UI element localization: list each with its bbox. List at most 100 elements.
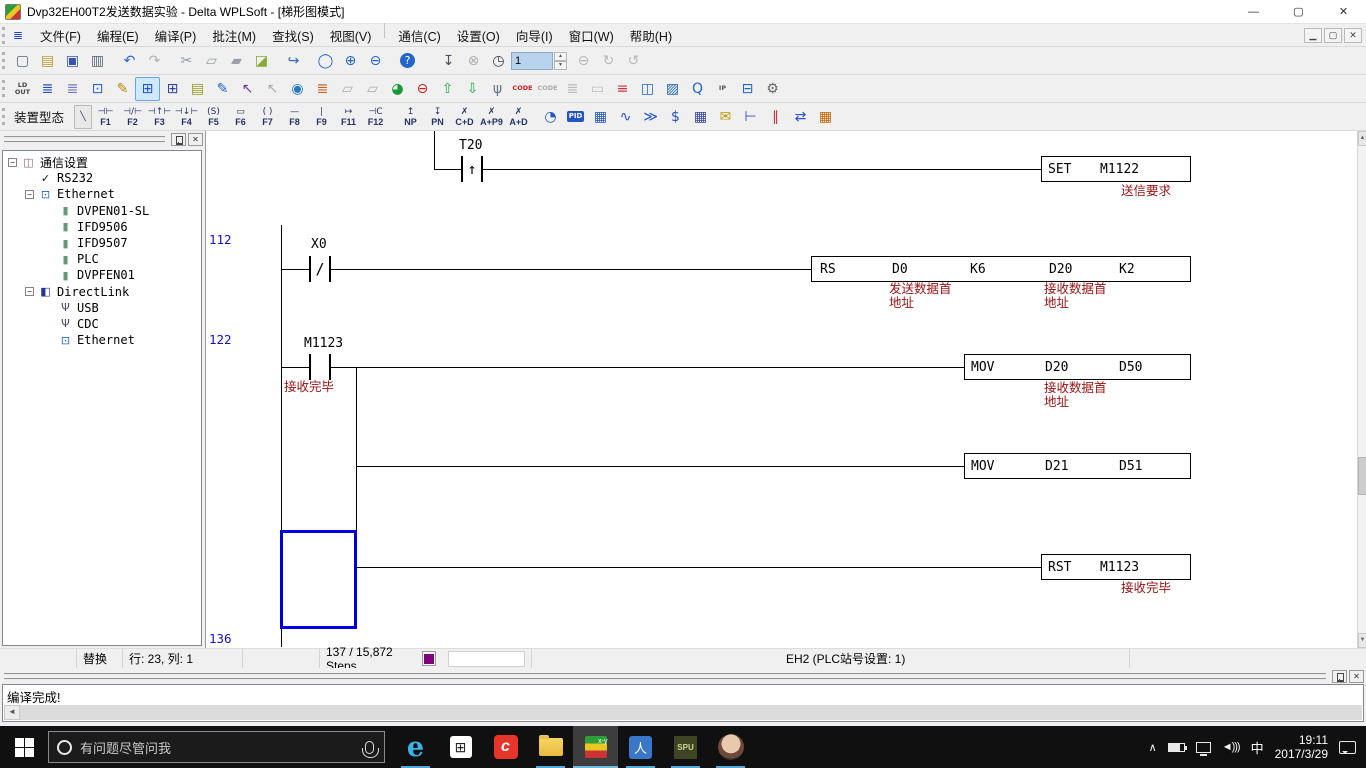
antenna-icon[interactable]: ψ — [485, 77, 510, 101]
taskbar-red-app-icon[interactable]: c — [483, 726, 528, 768]
tree-item-comm-settings[interactable]: − ◫ 通信设置 — [3, 154, 201, 170]
tree-item-directlink[interactable]: − ◧ DirectLink — [3, 284, 201, 300]
page-grey2-icon[interactable]: ▱ — [360, 77, 385, 101]
panel-pin-icon[interactable] — [171, 133, 186, 146]
scroll-left-icon[interactable]: ◄ — [4, 705, 20, 720]
contact-x0-nc[interactable]: / — [309, 256, 331, 282]
tray-chevron-icon[interactable]: ∧ — [1149, 741, 1157, 754]
coil-set-f5[interactable]: (S)F5 — [200, 104, 227, 130]
vline-f9[interactable]: ∣F9 — [308, 104, 335, 130]
undo-icon[interactable]: ↶ — [117, 49, 142, 73]
pid-icon[interactable]: PID — [563, 105, 588, 129]
zoom-out-icon[interactable]: ⊖ — [363, 49, 388, 73]
code-check-icon[interactable]: CODE — [510, 77, 535, 101]
device-comment-icon[interactable]: ▤ — [185, 77, 210, 101]
trace-down-icon[interactable]: ↧ — [436, 49, 461, 73]
menu-separator[interactable] — [384, 23, 385, 38]
download-program-icon[interactable]: ⇩ — [460, 77, 485, 101]
instruction-mov-d20-d50[interactable]: MOV D20 D50 — [964, 354, 1191, 380]
menu-help[interactable]: 帮助(H) — [622, 23, 680, 48]
coil-out-f7[interactable]: ( )F7 — [254, 104, 281, 130]
instruction-rs[interactable]: RS D0 K6 D20 K2 — [811, 256, 1191, 282]
code-grey-icon[interactable]: CODE — [535, 77, 560, 101]
instruction-mov-d21-d51[interactable]: MOV D21 D51 — [964, 453, 1191, 479]
refresh-icon[interactable]: ↻ — [596, 49, 621, 73]
ladder-color-icon[interactable]: ≣ — [310, 77, 335, 101]
pulse-np[interactable]: ↥NP — [397, 104, 424, 130]
toolbar-grip[interactable] — [2, 52, 7, 69]
gear-icon[interactable]: ⚙ — [760, 77, 785, 101]
ld-out-instruction-icon[interactable]: LD OUT — [10, 77, 35, 101]
line-tool-icon[interactable]: ╲ — [74, 105, 92, 129]
print-icon[interactable]: ▥ — [85, 49, 110, 73]
edit-red-icon[interactable]: ≡ — [610, 77, 635, 101]
cut-icon[interactable]: ✂ — [174, 49, 199, 73]
zoom-q-icon[interactable]: Q — [685, 77, 710, 101]
lamp-icon[interactable]: ◉ — [285, 77, 310, 101]
ladder-grey-icon[interactable]: ≣ — [560, 77, 585, 101]
maximize-button[interactable]: ▢ — [1276, 0, 1321, 24]
tool-a-d[interactable]: ✗A+D — [505, 104, 532, 130]
select-hand-disabled-icon[interactable]: ↖ — [260, 77, 285, 101]
tree-item-usb[interactable]: Ψ USB — [3, 300, 201, 316]
tree-item-dvpen01-sl[interactable]: ▮ DVPEN01-SL — [3, 203, 201, 219]
menu-search[interactable]: 查找(S) — [264, 23, 322, 48]
tree-item-ethernet2[interactable]: ⊡ Ethernet — [3, 332, 201, 348]
workspace-tree-icon[interactable]: ⊞ — [135, 77, 160, 101]
taskbar-avatar-icon[interactable] — [708, 726, 753, 768]
ime-indicator[interactable]: 中 — [1251, 738, 1264, 757]
horizontal-scrollbar[interactable]: ◄ — [4, 705, 1362, 720]
tree-item-ifd9506[interactable]: ▮ IFD9506 — [3, 219, 201, 235]
copy-grey-icon[interactable]: ▭ — [585, 77, 610, 101]
sfc-monitor-icon[interactable]: ⊡ — [85, 77, 110, 101]
tree-item-plc[interactable]: ▮ PLC — [3, 251, 201, 267]
upload-program-icon[interactable]: ⇧ — [435, 77, 460, 101]
scroll-down-icon[interactable]: ▼ — [1358, 633, 1366, 648]
stop-icon[interactable]: ⊖ — [410, 77, 435, 101]
contact-t20-rising[interactable]: ↑ — [461, 156, 483, 182]
edit-comment-icon[interactable]: ✎ — [110, 77, 135, 101]
table-icon[interactable]: ▦ — [688, 105, 713, 129]
instruction-rst-m1123[interactable]: RST M1123 — [1041, 554, 1191, 580]
battery-icon[interactable] — [1168, 743, 1185, 752]
cortana-search-input[interactable]: 有问题尽管问我 — [48, 731, 385, 763]
zoom-icon[interactable]: ◯ — [313, 49, 338, 73]
start-button[interactable] — [0, 726, 48, 768]
branch-add-icon[interactable]: ⊢ — [738, 105, 763, 129]
menu-window[interactable]: 窗口(W) — [561, 23, 622, 48]
counter-blocks-icon[interactable]: ▦ — [588, 105, 613, 129]
select-hand-icon[interactable]: ↖ — [235, 77, 260, 101]
menu-comment[interactable]: 批注(M) — [204, 23, 264, 48]
mdi-restore-button[interactable]: ▢ — [1324, 28, 1342, 43]
ip-search-icon[interactable]: IP — [710, 77, 735, 101]
taskbar-store-icon[interactable]: ⊞ — [438, 726, 483, 768]
contact-m1123-no[interactable] — [309, 354, 331, 380]
step-time-icon[interactable]: ◷ — [486, 49, 511, 73]
taskbar-pdf-icon[interactable]: 人 — [618, 726, 663, 768]
menu-edit-program[interactable]: 编程(E) — [89, 23, 147, 48]
panel-close-icon[interactable]: ✕ — [1349, 670, 1364, 683]
minimize-button[interactable]: — — [1231, 0, 1276, 24]
tree-item-dvpfen01[interactable]: ▮ DVPFEN01 — [3, 267, 201, 283]
tool-a-p9[interactable]: ✗A+P9 — [478, 104, 505, 130]
open-file-icon[interactable]: ▤ — [35, 49, 60, 73]
toolbar-grip[interactable] — [2, 108, 7, 125]
jump-link-icon[interactable]: ↪ — [281, 49, 306, 73]
trace-off-icon[interactable]: ⊗ — [461, 49, 486, 73]
mail-icon[interactable]: ✉ — [713, 105, 738, 129]
instruction-list-icon[interactable]: ≣ — [60, 77, 85, 101]
erase-icon[interactable]: ◪ — [249, 49, 274, 73]
step-ladder-icon[interactable]: ≫ — [638, 105, 663, 129]
taskbar-spu-icon[interactable]: SPU — [663, 726, 708, 768]
menu-compile[interactable]: 编译(P) — [147, 23, 205, 48]
coin-icon[interactable]: $ — [663, 105, 688, 129]
clock[interactable]: 19:11 2017/3/29 — [1275, 733, 1328, 761]
panel-close-icon[interactable]: ✕ — [188, 133, 203, 146]
tool-f11[interactable]: ↦F11 — [335, 104, 362, 130]
tree-expand-icon[interactable]: − — [25, 190, 34, 199]
pause-icon[interactable]: ⊖ — [571, 49, 596, 73]
contact-falling-f4[interactable]: ⊣↓⊢F4 — [173, 104, 200, 130]
menu-wizard[interactable]: 向导(I) — [508, 23, 561, 48]
page-grey-icon[interactable]: ▱ — [335, 77, 360, 101]
tree-expand-icon[interactable]: − — [25, 287, 34, 296]
